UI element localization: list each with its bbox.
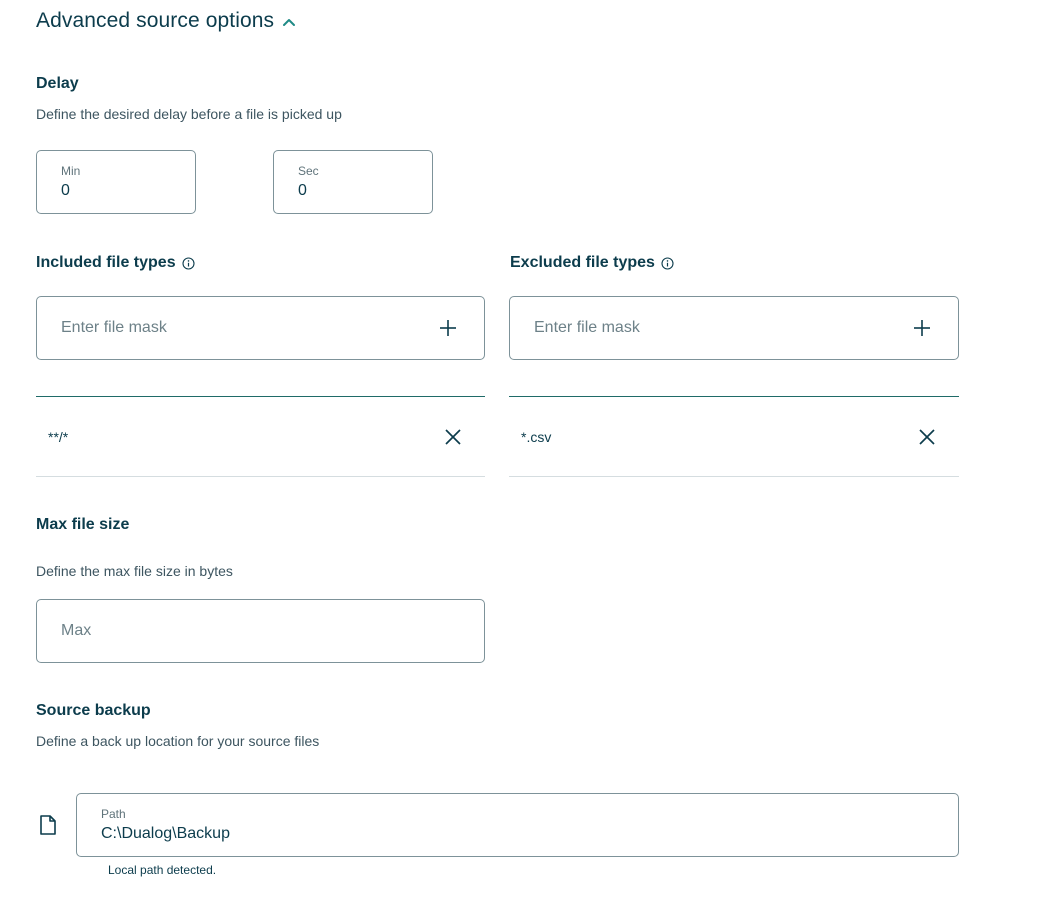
file-icon bbox=[39, 814, 57, 836]
source-backup-description: Define a back up location for your sourc… bbox=[36, 733, 320, 749]
backup-path-hint: Local path detected. bbox=[108, 863, 217, 877]
excluded-list-item: *.csv bbox=[509, 397, 959, 476]
excluded-mask-text: *.csv bbox=[521, 429, 552, 445]
included-file-mask-input[interactable] bbox=[61, 319, 428, 337]
max-file-size-field[interactable] bbox=[36, 599, 485, 663]
chevron-up-icon bbox=[282, 15, 296, 29]
section-title: Advanced source options bbox=[36, 9, 275, 32]
delay-description: Define the desired delay before a file i… bbox=[36, 106, 342, 122]
delay-min-label: Min bbox=[61, 164, 81, 178]
excluded-file-mask-field[interactable] bbox=[509, 296, 959, 360]
advanced-source-options-toggle[interactable]: Advanced source options bbox=[36, 6, 296, 36]
max-file-size-input[interactable] bbox=[61, 622, 428, 640]
included-mask-text: **/* bbox=[48, 429, 69, 445]
backup-path-label: Path bbox=[101, 807, 126, 821]
included-add-icon[interactable] bbox=[438, 318, 458, 338]
max-file-size-description: Define the max file size in bytes bbox=[36, 563, 233, 579]
excluded-file-mask-input[interactable] bbox=[534, 319, 902, 337]
max-file-size-heading-text: Max file size bbox=[36, 516, 130, 533]
backup-path-field[interactable]: Path bbox=[76, 793, 959, 857]
delay-sec-field[interactable]: Sec bbox=[273, 150, 433, 214]
info-icon[interactable] bbox=[661, 256, 674, 270]
included-file-types-heading-text: Included file types bbox=[36, 254, 176, 271]
excluded-remove-icon[interactable] bbox=[917, 427, 937, 447]
excluded-file-types-heading: Excluded file types bbox=[510, 254, 674, 272]
max-file-size-heading: Max file size bbox=[36, 516, 129, 534]
info-icon[interactable] bbox=[182, 256, 195, 270]
excluded-list-bottom-divider bbox=[509, 476, 959, 477]
excluded-add-icon[interactable] bbox=[912, 318, 932, 338]
included-list-item: **/* bbox=[36, 397, 485, 476]
included-remove-icon[interactable] bbox=[443, 427, 463, 447]
delay-heading: Delay bbox=[36, 75, 79, 93]
delay-sec-input[interactable] bbox=[298, 182, 416, 200]
delay-sec-label: Sec bbox=[298, 164, 319, 178]
included-file-mask-field[interactable] bbox=[36, 296, 485, 360]
advanced-source-options-panel: Advanced source options Delay Define the… bbox=[0, 0, 1040, 910]
delay-min-input[interactable] bbox=[61, 182, 179, 200]
source-backup-heading-text: Source backup bbox=[36, 702, 151, 719]
delay-min-field[interactable]: Min bbox=[36, 150, 196, 214]
included-file-types-heading: Included file types bbox=[36, 254, 195, 272]
delay-heading-text: Delay bbox=[36, 75, 79, 92]
backup-path-input[interactable] bbox=[101, 825, 942, 843]
excluded-file-types-heading-text: Excluded file types bbox=[510, 254, 655, 271]
source-backup-heading: Source backup bbox=[36, 702, 151, 720]
included-list-bottom-divider bbox=[36, 476, 485, 477]
